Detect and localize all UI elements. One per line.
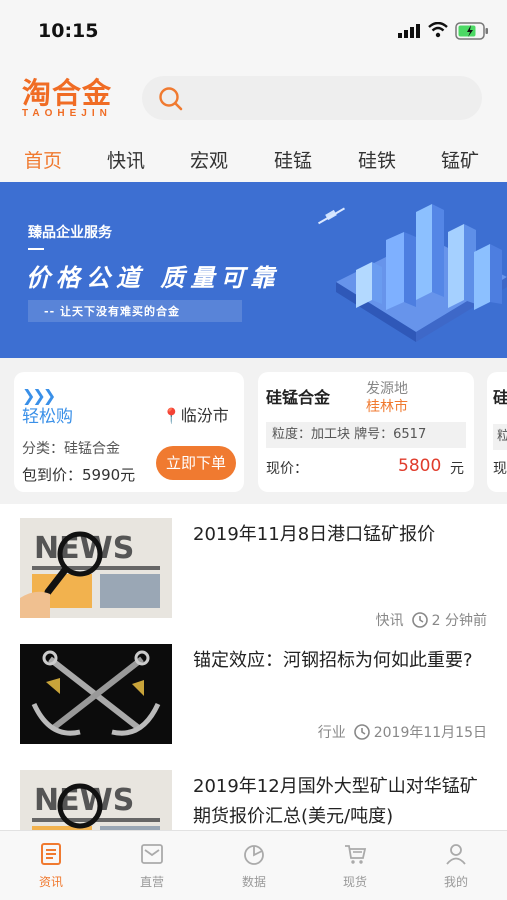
tab-macro[interactable]: 宏观 [190, 146, 228, 173]
news-magnifier-icon: NEWS [20, 518, 172, 618]
price-unit: 元 [450, 461, 464, 477]
easy-buy-price: 包到价：5990元 [22, 466, 136, 484]
banner-divider [28, 248, 44, 250]
current-price-label: 现价： [266, 461, 308, 477]
nav-data[interactable]: 数据 [224, 841, 284, 890]
news-meta: 快讯 2 分钟前 [376, 610, 487, 630]
news-item[interactable]: NEWS 2019年12月国外大型矿山对华锰矿期货报价汇总(美元/吨度) [0, 770, 507, 830]
news-thumbnail: NEWS [20, 518, 172, 618]
tab-ferrosilicon[interactable]: 硅铁 [358, 146, 396, 173]
news-item[interactable]: NEWS 2019年11月8日港口锰矿报价 快讯 2 分钟前 [0, 518, 507, 632]
origin-value: 桂林市 [366, 399, 408, 415]
banner-headline: 价格公道 质量可靠 [26, 264, 281, 292]
news-title: 2019年12月国外大型矿山对华锰矿期货报价汇总(美元/吨度) [193, 776, 478, 827]
user-icon [446, 844, 466, 865]
bottom-nav: 资讯 直营 数据 现货 我的 [0, 830, 507, 900]
nav-spot[interactable]: 现货 [325, 841, 385, 890]
news-category: 行业 [317, 725, 346, 741]
news-thumbnail [20, 644, 172, 744]
nav-label: 现货 [342, 875, 367, 889]
partial-card-price-label: 现 [493, 461, 507, 477]
news-title: 锚定效应：河钢招标为何如此重要? [193, 650, 473, 671]
news-list: NEWS 2019年11月8日港口锰矿报价 快讯 2 分钟前 锚定效应：河钢招标… [0, 504, 507, 830]
wifi-icon [428, 22, 448, 38]
pie-chart-icon [244, 845, 264, 865]
location: 📍临汾市 [162, 402, 229, 426]
mail-icon [141, 844, 163, 864]
status-bar: 10:15 [0, 0, 507, 62]
product-title: 硅锰合金 [266, 388, 331, 407]
search-bar[interactable] [142, 76, 482, 120]
promo-banner[interactable]: 臻品企业服务 价格公道 质量可靠 -- 让天下没有难买的合金 [0, 182, 507, 358]
nav-label: 数据 [241, 875, 266, 889]
nav-news[interactable]: 资讯 [21, 841, 81, 890]
news-doc-icon [41, 843, 61, 865]
search-input[interactable] [192, 76, 462, 120]
easy-buy-title: 轻松购 [22, 407, 73, 427]
search-icon[interactable] [158, 86, 184, 112]
nav-label: 直营 [139, 875, 164, 889]
easy-buy-category: 分类：硅锰合金 [22, 441, 120, 457]
clock-icon [411, 612, 428, 628]
location-pin-icon: 📍 [162, 407, 181, 425]
product-spec: 粒度：加工块 牌号：6517 [266, 422, 466, 448]
partial-card-spec: 粒 [493, 424, 507, 450]
logo-text-en: TAOHEJIN [22, 108, 112, 119]
product-cards: ❯❯❯ 轻松购 📍临汾市 分类：硅锰合金 包到价：5990元 立即下单 硅锰合金… [0, 358, 507, 504]
tab-flash-news[interactable]: 快讯 [107, 146, 145, 173]
news-title: 2019年11月8日港口锰矿报价 [193, 524, 436, 545]
product-card-partial[interactable]: 硅 粒 现 [487, 372, 507, 492]
banner-subline: -- 让天下没有难买的合金 [44, 305, 180, 318]
product-card[interactable]: 硅锰合金 发源地 桂林市 粒度：加工块 牌号：6517 现价： 5800 元 [258, 372, 474, 492]
anchors-image [20, 644, 172, 744]
tab-silicomanganese[interactable]: 硅锰 [274, 146, 312, 173]
nav-label: 我的 [443, 875, 468, 889]
news-magnifier-icon: NEWS [20, 770, 172, 830]
news-time: 2019年11月15日 [373, 725, 487, 741]
current-price: 5800 [398, 456, 442, 476]
order-now-button[interactable]: 立即下单 [156, 446, 236, 480]
news-category: 快讯 [375, 613, 404, 629]
news-time: 2 分钟前 [431, 613, 487, 629]
banner-tagline: 臻品企业服务 [28, 225, 112, 241]
app-header: 淘合金 TAOHEJIN [0, 62, 507, 134]
logo-text-cn: 淘合金 [22, 76, 113, 110]
easy-buy-card[interactable]: ❯❯❯ 轻松购 📍临汾市 分类：硅锰合金 包到价：5990元 立即下单 [14, 372, 244, 492]
nav-label: 资讯 [38, 875, 63, 889]
origin-label: 发源地 [366, 381, 408, 397]
app-logo: 淘合金 TAOHEJIN [22, 78, 138, 120]
location-name: 临汾市 [180, 406, 229, 425]
status-time: 10:15 [38, 20, 99, 42]
news-meta: 行业 2019年11月15日 [318, 722, 487, 742]
news-thumbnail: NEWS [20, 770, 172, 830]
clock-icon [353, 724, 370, 740]
news-item[interactable]: 锚定效应：河钢招标为何如此重要? 行业 2019年11月15日 [0, 644, 507, 758]
battery-icon [455, 22, 488, 40]
city-illustration [318, 204, 507, 342]
partial-card-title: 硅 [493, 388, 507, 407]
nav-profile[interactable]: 我的 [426, 841, 486, 890]
tab-manganese-ore[interactable]: 锰矿 [441, 146, 479, 173]
signal-icon [398, 24, 420, 38]
tab-home[interactable]: 首页 [24, 146, 62, 173]
nav-direct[interactable]: 直营 [122, 841, 182, 890]
category-tabs: 首页 快讯 宏观 硅锰 硅铁 锰矿 [0, 134, 507, 182]
cart-icon [345, 845, 367, 864]
